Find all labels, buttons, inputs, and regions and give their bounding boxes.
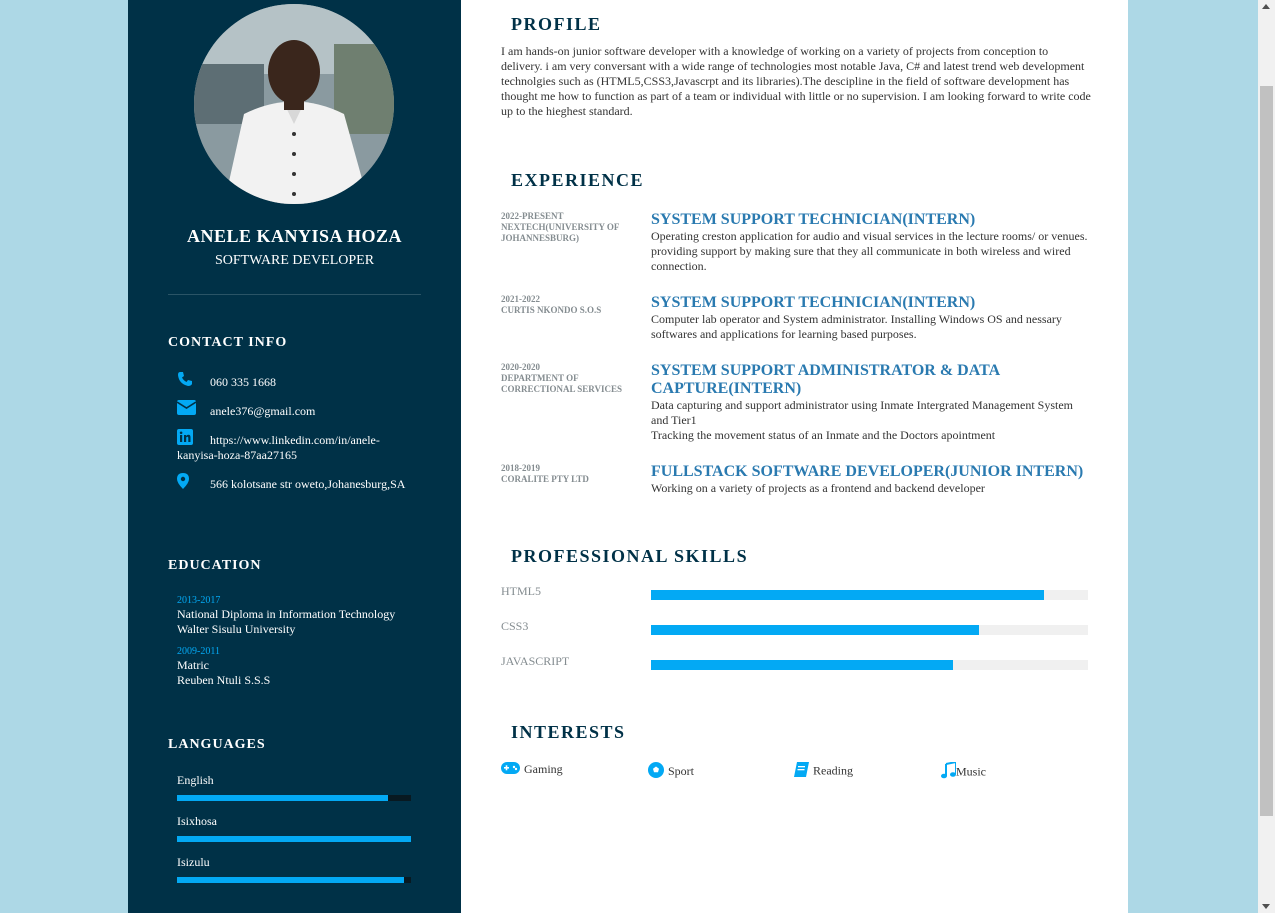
- education-school: Walter Sisulu University: [177, 622, 296, 636]
- experience-years: 2020-2020: [501, 362, 540, 372]
- interest-label: Reading: [813, 763, 853, 778]
- language-bar: [177, 795, 411, 801]
- experience-job-title: SYSTEM SUPPORT TECHNICIAN(INTERN): [651, 294, 976, 311]
- skill-bar: [651, 660, 1088, 670]
- book-icon: [794, 762, 809, 781]
- language-bar: [177, 877, 411, 883]
- linkedin-text[interactable]: https://www.linkedin.com/in/anele-kanyis…: [177, 433, 417, 463]
- education-years: 2009-2011: [177, 646, 220, 657]
- education-item: 2009-2011 Matric Reuben Ntuli S.S.S: [177, 646, 427, 688]
- interest-reading: Reading: [794, 762, 853, 781]
- skills-title: PROFESSIONAL SKILLS: [511, 546, 749, 566]
- experience-years: 2022-PRESENT: [501, 211, 564, 221]
- address-text: 566 kolotsane str oweto,Johanesburg,SA: [210, 477, 406, 491]
- vertical-scrollbar[interactable]: [1258, 0, 1275, 913]
- profile-title: PROFILE: [511, 14, 602, 34]
- person-name: ANELE KANYISA HOZA: [186, 226, 403, 246]
- education-item: 2013-2017 National Diploma in Informatio…: [177, 595, 427, 637]
- language-bar-fill: [177, 877, 404, 883]
- skill-name: HTML5: [501, 584, 541, 598]
- languages-title: LANGUAGES: [168, 737, 266, 752]
- interest-music: Music: [941, 760, 986, 783]
- experience-company: CORALITE PTY LTD: [501, 474, 589, 484]
- interest-label: Gaming: [524, 762, 563, 776]
- experience-job-title: SYSTEM SUPPORT TECHNICIAN(INTERN): [651, 211, 976, 228]
- experience-description: Data capturing and support administrator…: [651, 398, 1073, 427]
- contact-linkedin: https://www.linkedin.com/in/anele-kanyis…: [177, 429, 417, 463]
- education-degree: Matric: [177, 658, 209, 672]
- phone-icon: [177, 371, 195, 389]
- skill-bar-fill: [651, 590, 1045, 600]
- resume-page: ANELE KANYISA HOZA SOFTWARE DEVELOPER CO…: [128, 0, 1128, 913]
- experience-job-title: FULLSTACK SOFTWARE DEVELOPER(JUNIOR INTE…: [651, 463, 1084, 480]
- interest-label: Sport: [668, 763, 695, 778]
- language-name: Isixhosa: [177, 814, 217, 828]
- language-item: English: [177, 773, 411, 801]
- sidebar: ANELE KANYISA HOZA SOFTWARE DEVELOPER CO…: [128, 0, 461, 913]
- map-marker-icon: [177, 473, 195, 491]
- language-item: Isixhosa: [177, 814, 411, 842]
- experience-company: NEXTECH(UNIVERSITY OF JOHANNESBURG): [501, 222, 620, 243]
- contact-address: 566 kolotsane str oweto,Johanesburg,SA: [177, 473, 417, 492]
- experience-years: 2021-2022: [501, 294, 540, 304]
- experience-company: DEPARTMENT OF CORRECTIONAL SERVICES: [501, 373, 622, 394]
- language-bar-fill: [177, 836, 411, 842]
- music-note-icon: [941, 760, 957, 783]
- scroll-down-arrow-icon[interactable]: [1262, 904, 1270, 909]
- language-item: Isizulu: [177, 855, 411, 883]
- experience-company: CURTIS NKONDO S.O.S: [501, 305, 602, 315]
- contact-info-title: CONTACT INFO: [168, 335, 288, 350]
- interest-gaming: Gaming: [501, 762, 563, 778]
- skill-bar-fill: [651, 660, 953, 670]
- soccer-ball-icon: [648, 762, 664, 782]
- person-role: SOFTWARE DEVELOPER: [214, 253, 375, 268]
- skill-bar-fill: [651, 625, 979, 635]
- gamepad-icon: [501, 762, 520, 778]
- interests-title: INTERESTS: [511, 722, 626, 742]
- language-bar-fill: [177, 795, 388, 801]
- experience-job-title: SYSTEM SUPPORT ADMINISTRATOR & DATA CAPT…: [651, 362, 1000, 397]
- education-title: EDUCATION: [168, 558, 262, 573]
- divider: [168, 294, 421, 295]
- experience-description: Computer lab operator and System adminis…: [651, 312, 1062, 341]
- envelope-icon: [176, 400, 197, 418]
- skill-bar: [651, 625, 1088, 635]
- scroll-up-arrow-icon[interactable]: [1262, 4, 1270, 9]
- education-degree: National Diploma in Information Technolo…: [177, 607, 396, 621]
- skill-name: JAVASCRIPT: [501, 654, 570, 668]
- contact-phone: 060 335 1668: [177, 372, 417, 390]
- education-school: Reuben Ntuli S.S.S: [177, 673, 271, 687]
- language-bar: [177, 836, 411, 842]
- interest-label: Music: [956, 764, 986, 779]
- language-name: Isizulu: [177, 855, 210, 869]
- linkedin-icon: [177, 429, 195, 447]
- language-name: English: [177, 773, 214, 787]
- experience-description: Operating creston application for audio …: [651, 229, 1088, 273]
- experience-years: 2018-2019: [501, 463, 540, 473]
- profile-text: I am hands-on junior software developer …: [501, 44, 1091, 118]
- contact-email: anele376@gmail.com: [176, 400, 417, 419]
- profile-photo: [194, 4, 394, 204]
- email-text[interactable]: anele376@gmail.com: [177, 404, 417, 419]
- interest-sport: Sport: [648, 762, 694, 782]
- experience-description-extra: Tracking the movement status of an Inmat…: [651, 428, 996, 442]
- scrollbar-thumb[interactable]: [1260, 86, 1273, 816]
- phone-text[interactable]: 060 335 1668: [177, 375, 417, 390]
- experience-title: EXPERIENCE: [511, 170, 645, 190]
- skill-name: CSS3: [501, 619, 529, 633]
- experience-description: Working on a variety of projects as a fr…: [651, 481, 985, 495]
- skill-bar: [651, 590, 1088, 600]
- education-years: 2013-2017: [177, 595, 221, 606]
